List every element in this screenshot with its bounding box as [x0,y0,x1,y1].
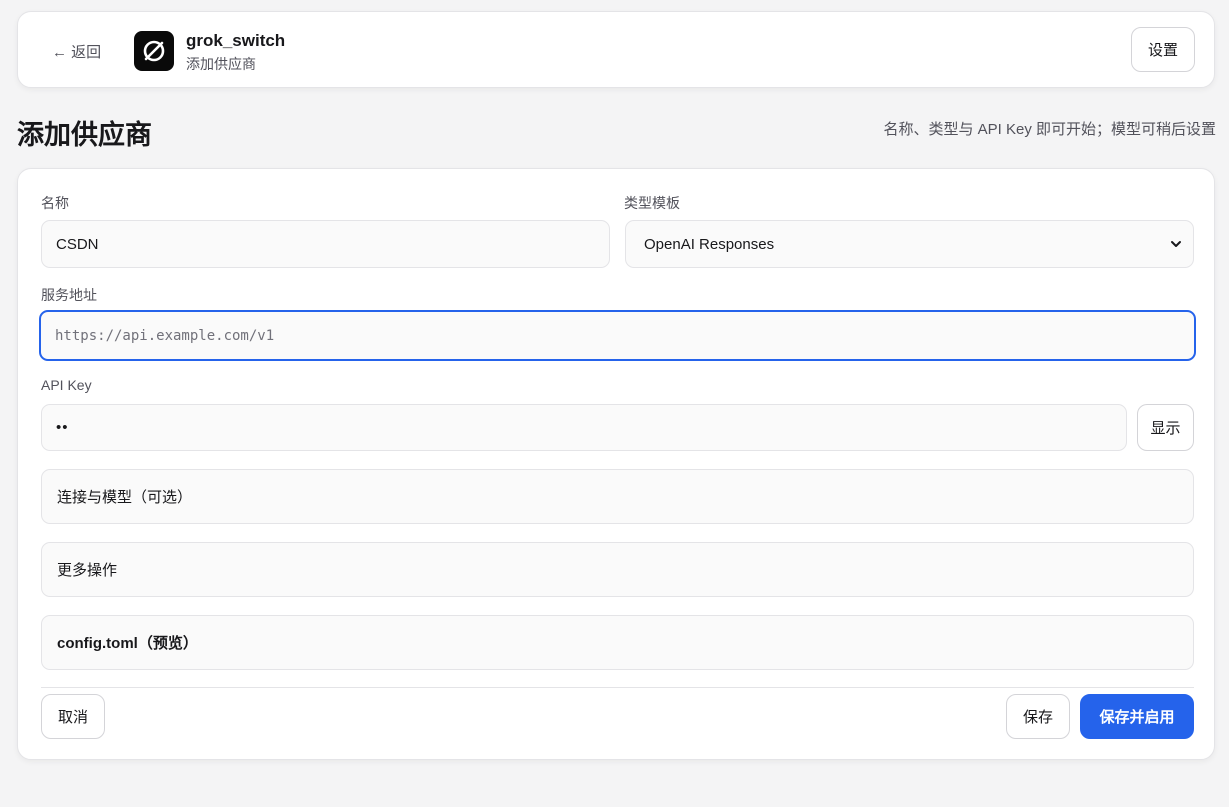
type-select[interactable]: OpenAI Responses [625,220,1194,268]
more-actions-section[interactable]: 更多操作 [41,542,1194,597]
provider-form-card: 名称 类型模板 OpenAI Responses 服务地址 API Key 显示… [17,168,1215,760]
apikey-input[interactable] [41,404,1127,451]
chevron-down-icon [1171,241,1181,247]
name-input[interactable] [41,220,610,268]
apikey-label: API Key [41,377,92,393]
top-bar: ← 返回 grok_switch 添加供应商 设置 [17,11,1215,88]
name-label: 名称 [41,195,69,211]
type-label: 类型模板 [624,195,680,211]
settings-button[interactable]: 设置 [1131,27,1195,72]
config-preview-section[interactable]: config.toml（预览） [41,615,1194,670]
footer-divider [41,687,1194,688]
save-and-enable-button[interactable]: 保存并启用 [1080,694,1194,739]
type-select-value: OpenAI Responses [644,235,775,253]
save-button[interactable]: 保存 [1006,694,1070,739]
connection-models-section[interactable]: 连接与模型（可选） [41,469,1194,524]
app-logo [134,31,174,71]
page-hint: 名称、类型与 API Key 即可开始；模型可稍后设置 [883,121,1216,138]
app-name: grok_switch [186,31,286,50]
url-input[interactable] [39,310,1196,361]
url-label: 服务地址 [41,287,97,303]
grok-logo-icon [143,40,165,62]
back-button[interactable]: ← 返回 [52,41,101,62]
show-key-button[interactable]: 显示 [1137,404,1194,451]
cancel-button[interactable]: 取消 [41,694,105,739]
app-subtitle: 添加供应商 [186,56,256,72]
page-title: 添加供应商 [17,120,152,150]
